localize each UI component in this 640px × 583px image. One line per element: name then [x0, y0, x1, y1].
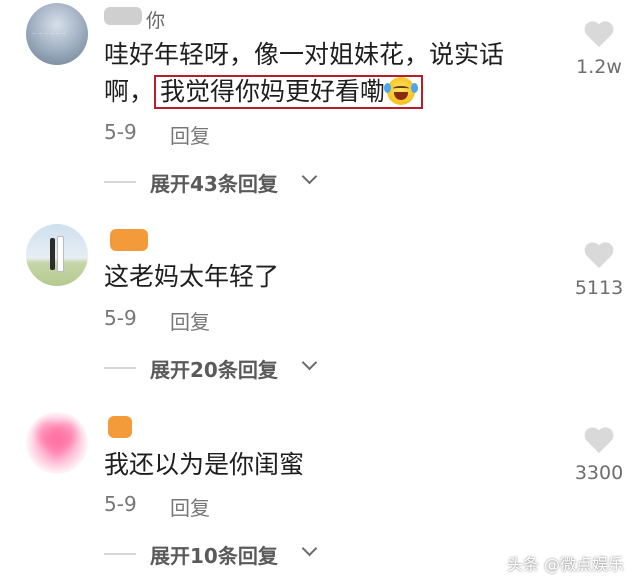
chevron-down-icon [301, 354, 318, 371]
highlighted-text-box: 我觉得你妈更好看嘞 [154, 75, 424, 109]
avatar[interactable] [26, 224, 88, 286]
like-button[interactable]: 3300 [559, 428, 639, 484]
like-button[interactable]: 5113 [559, 243, 639, 299]
redacted-name [104, 7, 142, 25]
comment-meta: 5-9 回复 [104, 306, 210, 334]
comment-text: 哇好年轻呀，像一对姐妹花，说实话 啊， 我觉得你妈更好看嘞 [104, 38, 504, 109]
expand-replies-button[interactable]: 展开20条回复 [104, 354, 364, 382]
chevron-down-icon [301, 168, 318, 185]
divider-line [104, 367, 136, 369]
comment-text: 我还以为是你闺蜜 [104, 450, 305, 479]
redacted-name [110, 229, 148, 251]
comment-date: 5-9 [104, 120, 137, 144]
expand-replies-button[interactable]: 展开10条回复 [104, 540, 364, 568]
like-count: 3300 [574, 462, 624, 484]
expand-replies-button[interactable]: 展开43条回复 [104, 168, 364, 196]
heart-icon [584, 22, 614, 50]
divider-line [104, 553, 136, 555]
reply-button[interactable]: 回复 [170, 120, 210, 149]
avatar[interactable]: ‥ ‥ ‥ ‥ ‥ ‥ [26, 3, 88, 65]
avatar[interactable] [26, 412, 88, 474]
reply-button[interactable]: 回复 [170, 306, 210, 335]
like-count: 1.2w [576, 56, 622, 78]
redacted-name [108, 416, 132, 438]
comment-date: 5-9 [104, 492, 137, 516]
comment-text-line-2: 啊， 我觉得你妈更好看嘞 [104, 75, 504, 109]
heart-icon [584, 243, 614, 271]
comment-meta: 5-9 回复 [104, 492, 210, 520]
rolling-on-floor-laughing-emoji-icon [384, 77, 419, 105]
chevron-down-icon [301, 540, 318, 557]
heart-icon [584, 428, 614, 456]
comment-text: 这老妈太年轻了 [104, 262, 280, 291]
divider-line [104, 181, 136, 183]
comment-meta: 5-9 回复 [104, 120, 210, 148]
comment-text-line-1: 哇好年轻呀，像一对姐妹花，说实话 [104, 40, 505, 69]
pink-heart-image [40, 425, 74, 459]
reply-button[interactable]: 回复 [170, 492, 210, 521]
watermark: 头条 @微点娱乐 [506, 555, 624, 574]
comment-date: 5-9 [104, 306, 137, 330]
like-button[interactable]: 1.2w [559, 22, 639, 78]
like-count: 5113 [574, 277, 624, 299]
avatar-image-text: ‥ ‥ ‥ ‥ ‥ ‥ [32, 29, 66, 36]
